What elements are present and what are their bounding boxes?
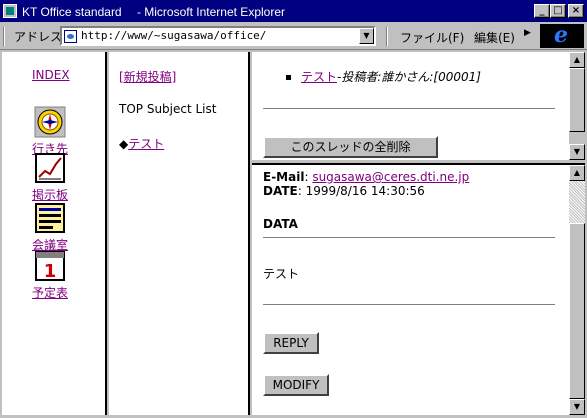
bullet-icon <box>286 75 291 80</box>
scroll-thumb[interactable] <box>569 223 585 399</box>
address-url[interactable]: http://www/~sugasawa/office/ <box>81 29 266 42</box>
data-divider-bottom <box>263 304 555 306</box>
ie-logo-letter: e <box>554 22 568 48</box>
thread-scrollbar[interactable]: ▲ ▼ <box>569 52 585 160</box>
thread-divider <box>263 108 555 110</box>
compass-icon <box>34 106 66 138</box>
calendar-digit: 1 <box>44 261 57 282</box>
document-list-icon <box>34 202 66 234</box>
nav-label-schedule[interactable]: 予定表 <box>32 286 68 300</box>
address-dropdown-button[interactable]: ▼ <box>359 28 374 44</box>
menu-file[interactable]: ファイル(F) <box>400 29 464 46</box>
scroll-down-button[interactable]: ▼ <box>569 144 585 160</box>
address-input[interactable]: http://www/~sugasawa/office/ ▼ <box>60 26 376 46</box>
address-label: アドレス <box>14 30 63 44</box>
email-row: E-Mail: sugasawa@ceres.dti.ne.jp <box>263 170 470 184</box>
data-divider-top <box>263 237 555 239</box>
scroll-down-button[interactable]: ▼ <box>569 399 585 415</box>
scroll-thumb[interactable] <box>569 68 585 132</box>
thread-list-item: テスト-投稿者:誰かさん:[00001] <box>286 68 481 85</box>
scroll-up-button[interactable]: ▲ <box>569 52 585 68</box>
subject-list-item: ◆テスト <box>119 135 164 152</box>
diamond-bullet-icon: ◆ <box>119 137 129 151</box>
nav-item-destination[interactable]: 行き先 <box>30 106 70 157</box>
date-label: DATE <box>263 184 298 198</box>
minimize-button[interactable]: _ <box>534 4 550 18</box>
window-title: KT Office standard - Microsoft Internet … <box>22 5 285 19</box>
subject-topic-link[interactable]: テスト <box>128 137 164 151</box>
chart-board-icon <box>34 152 66 184</box>
calendar-icon: 1 <box>34 250 66 282</box>
nav-item-meeting-room[interactable]: 会議室 <box>30 202 70 253</box>
left-nav-frame: INDEX 行き先 掲示板 会議室 1 予定表 <box>2 52 107 415</box>
menu-edit[interactable]: 編集(E) <box>474 29 515 46</box>
nav-item-board[interactable]: 掲示板 <box>30 152 70 203</box>
reply-button[interactable]: REPLY <box>263 332 319 354</box>
index-link[interactable]: INDEX <box>32 68 70 82</box>
message-scrollbar[interactable]: ▲ ▼ <box>569 165 585 415</box>
nav-label-board[interactable]: 掲示板 <box>32 188 68 202</box>
thread-meta: -投稿者:誰かさん:[00001] <box>337 70 481 84</box>
modify-button[interactable]: MODIFY <box>263 374 329 396</box>
subject-list-frame: [新規投稿] TOP Subject List ◆テスト <box>109 52 250 415</box>
toolbar-separator <box>386 27 388 46</box>
date-row: DATE: 1999/8/16 14:30:56 <box>263 184 425 198</box>
nav-item-schedule[interactable]: 1 予定表 <box>30 250 70 301</box>
window-titlebar: KT Office standard - Microsoft Internet … <box>0 0 587 22</box>
thread-frame: テスト-投稿者:誰かさん:[00001] このスレッドの全削除 ▲ ▼ <box>252 52 585 160</box>
menu-overflow-chevron-icon[interactable]: ▶ <box>524 28 531 38</box>
close-button[interactable]: × <box>568 4 584 18</box>
subject-list-title: TOP Subject List <box>119 102 217 116</box>
delete-thread-button[interactable]: このスレッドの全削除 <box>263 136 438 158</box>
toolbar-grip <box>3 27 5 46</box>
message-frame: E-Mail: sugasawa@ceres.dti.ne.jp DATE: 1… <box>252 163 585 415</box>
clipped-text-row <box>263 165 463 166</box>
data-heading: DATA <box>263 217 298 231</box>
app-icon <box>3 4 17 18</box>
page-icon <box>64 30 77 43</box>
message-body: テスト <box>263 267 300 281</box>
ie-logo: e <box>540 22 584 48</box>
thread-link[interactable]: テスト <box>301 70 337 84</box>
new-post-link[interactable]: [新規投稿] <box>119 68 176 85</box>
email-link[interactable]: sugasawa@ceres.dti.ne.jp <box>312 170 469 184</box>
date-value: 1999/8/16 14:30:56 <box>305 184 425 198</box>
address-toolbar: アドレス http://www/~sugasawa/office/ ▼ ファイル… <box>0 22 587 50</box>
maximize-button[interactable]: □ <box>550 4 566 18</box>
email-label: E-Mail <box>263 170 305 184</box>
scroll-up-button[interactable]: ▲ <box>569 165 585 181</box>
